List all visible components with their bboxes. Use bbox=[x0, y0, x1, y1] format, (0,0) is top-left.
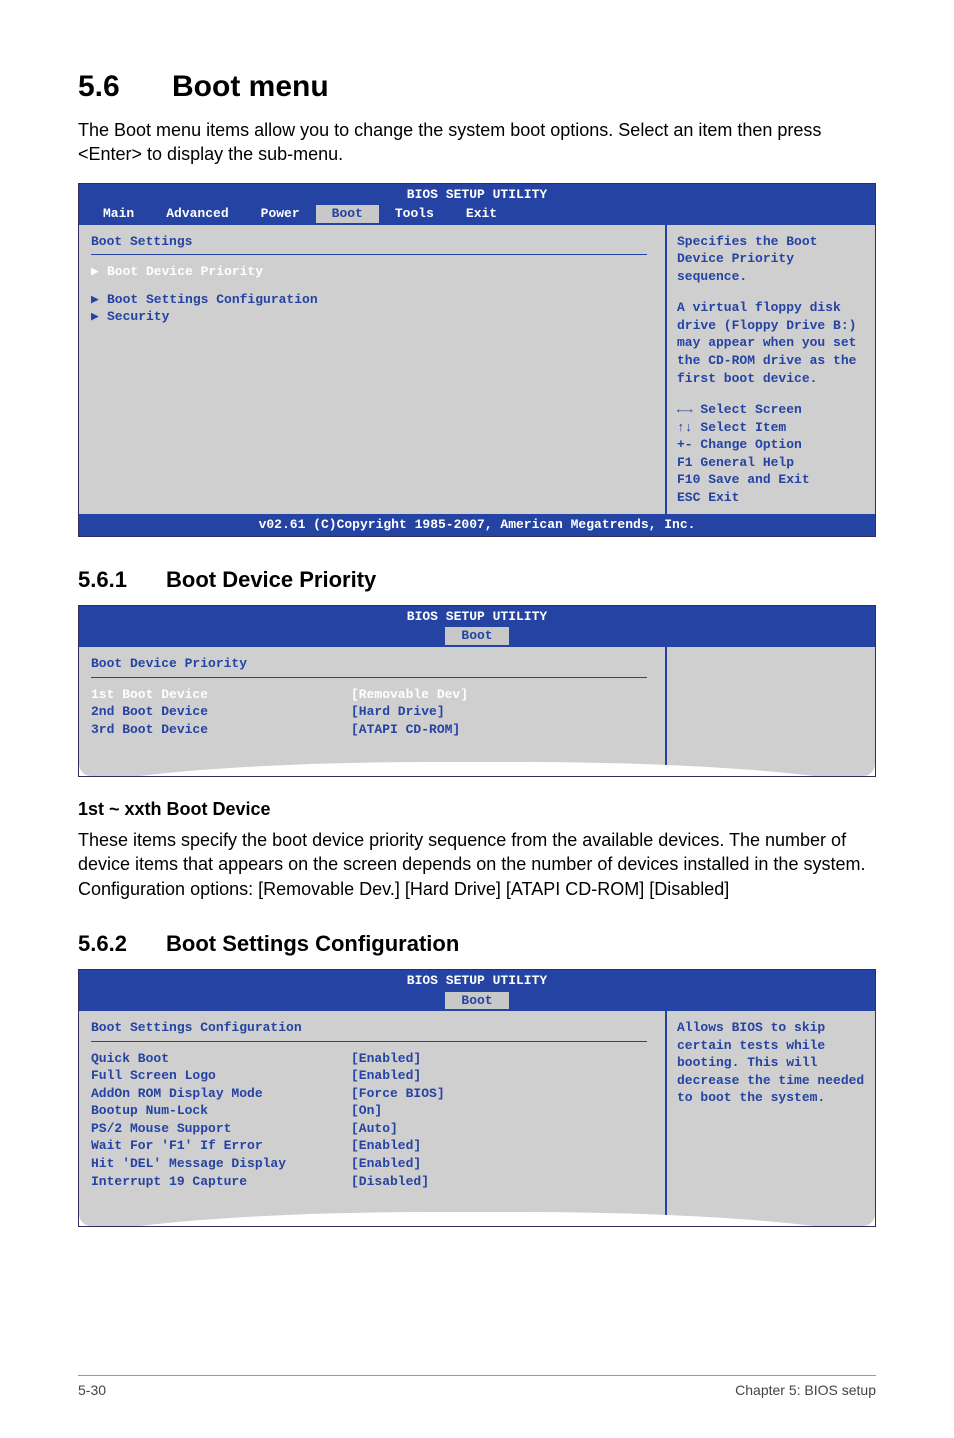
bios-screenshot-boot-priority: BIOS SETUP UTILITY Boot Boot Device Prio… bbox=[78, 605, 876, 777]
menu-item-value: [Removable Dev] bbox=[351, 686, 541, 704]
nav-line: ↑↓ Select Item bbox=[677, 419, 865, 437]
menu-item: Quick Boot[Enabled] bbox=[91, 1050, 653, 1068]
divider bbox=[91, 254, 647, 255]
menu-item-value: [Enabled] bbox=[351, 1155, 541, 1173]
bios-left-pane: Boot Settings ▶ Boot Device Priority ▶ B… bbox=[79, 225, 665, 515]
menu-item-label: Security bbox=[107, 308, 653, 326]
chapter-label: Chapter 5: BIOS setup bbox=[735, 1382, 876, 1398]
bios-group-title: Boot Settings bbox=[91, 233, 653, 251]
bios-tab-boot: Boot bbox=[316, 205, 379, 223]
bios-tab-bar: Boot bbox=[79, 992, 875, 1012]
bios-screenshot-main: BIOS SETUP UTILITY Main Advanced Power B… bbox=[78, 183, 876, 537]
section-heading: 5.6Boot menu bbox=[78, 70, 876, 104]
bios-tab-bar: Main Advanced Power Boot Tools Exit bbox=[79, 205, 875, 225]
menu-item: 1st Boot Device [Removable Dev] bbox=[91, 686, 653, 704]
bios-tab-boot: Boot bbox=[445, 627, 508, 645]
footer-rule bbox=[78, 1375, 876, 1376]
page-footer: 5-30 Chapter 5: BIOS setup bbox=[78, 1375, 876, 1398]
bios-left-pane: Boot Device Priority 1st Boot Device [Re… bbox=[79, 647, 665, 776]
subsection-number: 5.6.2 bbox=[78, 931, 166, 957]
bios-title: BIOS SETUP UTILITY bbox=[79, 606, 875, 628]
menu-item-value: [ATAPI CD-ROM] bbox=[351, 721, 541, 739]
menu-item: PS/2 Mouse Support[Auto] bbox=[91, 1120, 653, 1138]
nav-line: ←→ Select Screen bbox=[677, 401, 865, 419]
bios-group-title: Boot Settings Configuration bbox=[91, 1019, 653, 1037]
subsection-heading: 5.6.2Boot Settings Configuration bbox=[78, 931, 876, 957]
subsection-title: Boot Device Priority bbox=[166, 567, 376, 592]
option-heading: 1st ~ xxth Boot Device bbox=[78, 799, 876, 820]
menu-item-label: 1st Boot Device bbox=[91, 686, 351, 704]
bios-group-title: Boot Device Priority bbox=[91, 655, 653, 673]
bios-tab-advanced: Advanced bbox=[150, 205, 244, 223]
subsection-heading: 5.6.1Boot Device Priority bbox=[78, 567, 876, 593]
nav-help: ←→ Select Screen ↑↓ Select Item +- Chang… bbox=[677, 401, 865, 506]
help-text-2: A virtual floppy disk drive (Floppy Driv… bbox=[677, 299, 865, 387]
menu-item-value: [Hard Drive] bbox=[351, 703, 541, 721]
menu-item-label: 2nd Boot Device bbox=[91, 703, 351, 721]
page-number: 5-30 bbox=[78, 1382, 106, 1398]
menu-item: AddOn ROM Display Mode[Force BIOS] bbox=[91, 1085, 653, 1103]
menu-item-label: Full Screen Logo bbox=[91, 1067, 351, 1085]
bios-help-pane bbox=[665, 647, 875, 776]
menu-item-label: Wait For 'F1' If Error bbox=[91, 1137, 351, 1155]
menu-item: 2nd Boot Device [Hard Drive] bbox=[91, 703, 653, 721]
bios-tab-boot: Boot bbox=[445, 992, 508, 1010]
menu-item-label: 3rd Boot Device bbox=[91, 721, 351, 739]
subsection-number: 5.6.1 bbox=[78, 567, 166, 593]
menu-item-value: [On] bbox=[351, 1102, 541, 1120]
bios-tab-bar: Boot bbox=[79, 627, 875, 647]
menu-item-value: [Enabled] bbox=[351, 1137, 541, 1155]
nav-line: F1 General Help bbox=[677, 454, 865, 472]
submenu-arrow-icon: ▶ bbox=[91, 308, 107, 326]
menu-item: Full Screen Logo[Enabled] bbox=[91, 1067, 653, 1085]
bios-tab-main: Main bbox=[87, 205, 150, 223]
section-title: Boot menu bbox=[172, 70, 329, 103]
menu-item-label: PS/2 Mouse Support bbox=[91, 1120, 351, 1138]
menu-item: Interrupt 19 Capture[Disabled] bbox=[91, 1173, 653, 1191]
menu-item-value: [Force BIOS] bbox=[351, 1085, 541, 1103]
bios-left-pane: Boot Settings Configuration Quick Boot[E… bbox=[79, 1011, 665, 1226]
bios-tab-tools: Tools bbox=[379, 205, 450, 223]
bios-tab-exit: Exit bbox=[450, 205, 513, 223]
menu-item: Bootup Num-Lock[On] bbox=[91, 1102, 653, 1120]
menu-item-value: [Enabled] bbox=[351, 1067, 541, 1085]
menu-item: Wait For 'F1' If Error[Enabled] bbox=[91, 1137, 653, 1155]
submenu-arrow-icon: ▶ bbox=[91, 291, 107, 309]
intro-paragraph: The Boot menu items allow you to change … bbox=[78, 118, 876, 167]
bios-title: BIOS SETUP UTILITY bbox=[79, 184, 875, 206]
bios-tab-power: Power bbox=[245, 205, 316, 223]
menu-item-label: Bootup Num-Lock bbox=[91, 1102, 351, 1120]
nav-line: F10 Save and Exit bbox=[677, 471, 865, 489]
help-text-1: Specifies the Boot Device Priority seque… bbox=[677, 233, 865, 286]
menu-item: 3rd Boot Device [ATAPI CD-ROM] bbox=[91, 721, 653, 739]
menu-item-value: [Disabled] bbox=[351, 1173, 541, 1191]
menu-item-label: Boot Settings Configuration bbox=[107, 291, 653, 309]
option-description: These items specify the boot device prio… bbox=[78, 828, 876, 901]
help-text: Allows BIOS to skip certain tests while … bbox=[677, 1019, 865, 1107]
bios-copyright: v02.61 (C)Copyright 1985-2007, American … bbox=[79, 514, 875, 536]
bios-help-pane: Allows BIOS to skip certain tests while … bbox=[665, 1011, 875, 1226]
menu-item: ▶ Security bbox=[91, 308, 653, 326]
menu-item: Hit 'DEL' Message Display[Enabled] bbox=[91, 1155, 653, 1173]
menu-item-value: [Enabled] bbox=[351, 1050, 541, 1068]
section-number: 5.6 bbox=[78, 70, 172, 104]
menu-item-value: [Auto] bbox=[351, 1120, 541, 1138]
bios-screenshot-boot-settings: BIOS SETUP UTILITY Boot Boot Settings Co… bbox=[78, 969, 876, 1227]
bios-help-pane: Specifies the Boot Device Priority seque… bbox=[665, 225, 875, 515]
menu-item: ▶ Boot Settings Configuration bbox=[91, 291, 653, 309]
menu-item-label: Boot Device Priority bbox=[107, 263, 653, 281]
menu-item-label: AddOn ROM Display Mode bbox=[91, 1085, 351, 1103]
divider bbox=[91, 1041, 647, 1042]
menu-item-label: Hit 'DEL' Message Display bbox=[91, 1155, 351, 1173]
bios-title: BIOS SETUP UTILITY bbox=[79, 970, 875, 992]
nav-line: +- Change Option bbox=[677, 436, 865, 454]
menu-item-label: Interrupt 19 Capture bbox=[91, 1173, 351, 1191]
menu-item: ▶ Boot Device Priority bbox=[91, 263, 653, 281]
divider bbox=[91, 677, 647, 678]
subsection-title: Boot Settings Configuration bbox=[166, 931, 459, 956]
submenu-arrow-icon: ▶ bbox=[91, 263, 107, 281]
nav-line: ESC Exit bbox=[677, 489, 865, 507]
menu-item-label: Quick Boot bbox=[91, 1050, 351, 1068]
